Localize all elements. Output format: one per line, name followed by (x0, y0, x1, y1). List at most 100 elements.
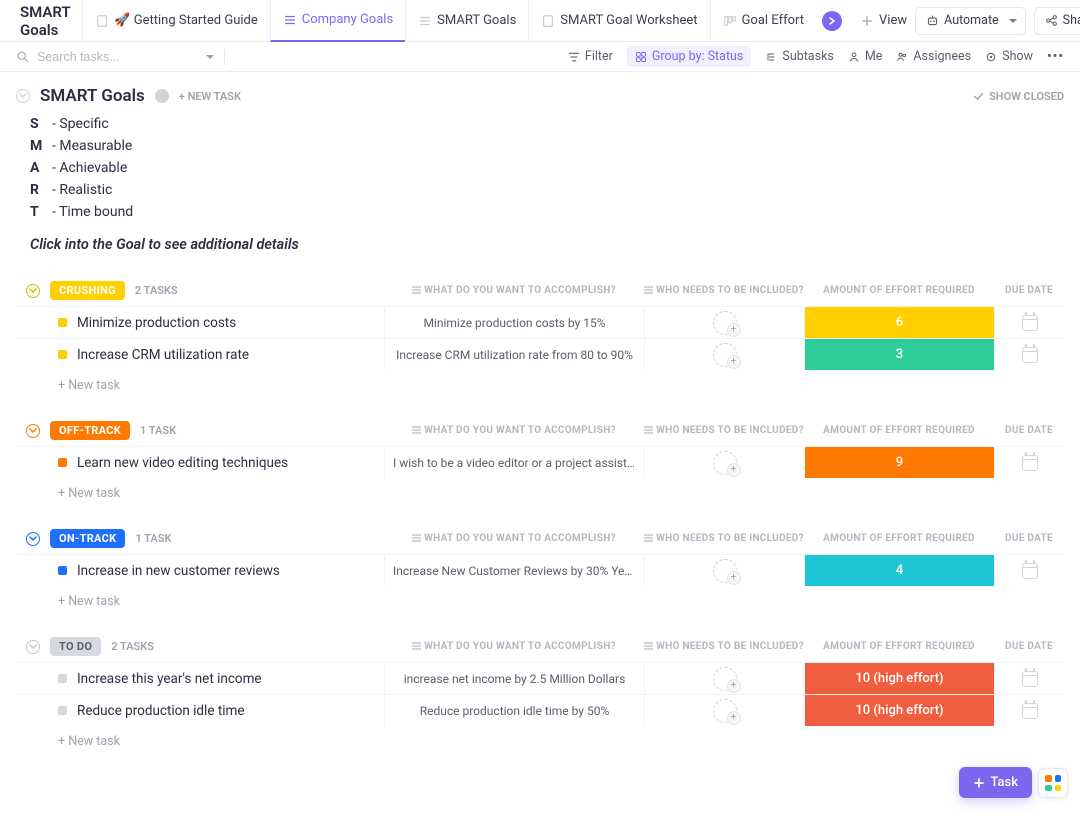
add-assignee-icon[interactable] (713, 667, 737, 691)
col-header-due[interactable]: DUE DATE (994, 641, 1064, 652)
col-header-included[interactable]: WHO NEEDS TO BE INCLUDED? (644, 285, 804, 296)
col-header-due[interactable]: DUE DATE (994, 285, 1064, 296)
task-name[interactable]: Reduce production idle time (77, 703, 245, 719)
cell-due-date[interactable] (994, 307, 1064, 338)
task-row[interactable]: Reduce production idle time Reduce produ… (16, 694, 1064, 726)
cell-accomplish[interactable]: Increase CRM utilization rate from 80 to… (384, 339, 644, 370)
cell-accomplish[interactable]: Reduce production idle time by 50% (384, 695, 644, 726)
cell-accomplish[interactable]: I wish to be a video editor or a project… (384, 447, 644, 478)
task-row[interactable]: Increase in new customer reviews Increas… (16, 554, 1064, 586)
me-button[interactable]: Me (848, 49, 883, 64)
group-collapse-toggle[interactable] (26, 532, 40, 546)
new-task-button[interactable]: + New task (16, 478, 1064, 501)
tab-scroll-right[interactable] (816, 0, 852, 42)
task-name[interactable]: Increase this year's net income (77, 671, 262, 687)
task-row[interactable]: Increase CRM utilization rate Increase C… (16, 338, 1064, 370)
cell-due-date[interactable] (994, 663, 1064, 694)
new-task-button[interactable]: + New task (16, 726, 1064, 749)
add-assignee-icon[interactable] (713, 311, 737, 335)
new-task-button[interactable]: + New task (16, 370, 1064, 393)
task-row[interactable]: Learn new video editing techniques I wis… (16, 446, 1064, 478)
apps-button[interactable] (1038, 768, 1068, 798)
cell-effort[interactable]: 10 (high effort) (804, 695, 994, 726)
col-header-accomplish[interactable]: WHAT DO YOU WANT TO ACCOMPLISH? (384, 285, 644, 296)
tab-smart-goals[interactable]: SMART Goals (405, 0, 528, 42)
cell-effort[interactable]: 6 (804, 307, 994, 338)
col-header-effort[interactable]: AMOUNT OF EFFORT REQUIRED (804, 285, 994, 296)
status-pill[interactable]: TO DO (50, 637, 101, 656)
status-square-icon[interactable] (58, 350, 67, 359)
status-square-icon[interactable] (58, 706, 67, 715)
cell-effort[interactable]: 10 (high effort) (804, 663, 994, 694)
group-collapse-toggle[interactable] (26, 640, 40, 654)
add-view-button[interactable]: View (852, 0, 915, 42)
show-closed-button[interactable]: SHOW CLOSED (973, 90, 1064, 103)
cell-accomplish[interactable]: Increase New Customer Reviews by 30% Yea… (384, 555, 644, 586)
add-assignee-icon[interactable] (713, 343, 737, 367)
col-header-accomplish[interactable]: WHAT DO YOU WANT TO ACCOMPLISH? (384, 425, 644, 436)
status-pill[interactable]: OFF-TRACK (50, 421, 130, 440)
info-icon[interactable] (155, 89, 169, 103)
task-row[interactable]: Increase this year's net income increase… (16, 662, 1064, 694)
automate-button[interactable]: Automate (915, 7, 1026, 35)
status-pill[interactable]: CRUSHING (50, 281, 125, 300)
status-square-icon[interactable] (58, 674, 67, 683)
assignees-button[interactable]: Assignees (896, 49, 971, 64)
cell-included[interactable] (644, 695, 804, 726)
new-task-header-button[interactable]: + NEW TASK (179, 90, 241, 103)
col-header-effort[interactable]: AMOUNT OF EFFORT REQUIRED (804, 533, 994, 544)
cell-included[interactable] (644, 663, 804, 694)
status-square-icon[interactable] (58, 566, 67, 575)
cell-effort[interactable]: 4 (804, 555, 994, 586)
col-header-included[interactable]: WHO NEEDS TO BE INCLUDED? (644, 425, 804, 436)
tab-worksheet[interactable]: SMART Goal Worksheet (528, 0, 709, 42)
chevron-down-icon[interactable] (206, 55, 214, 59)
col-header-effort[interactable]: AMOUNT OF EFFORT REQUIRED (804, 425, 994, 436)
status-square-icon[interactable] (58, 458, 67, 467)
cell-effort[interactable]: 3 (804, 339, 994, 370)
new-task-button[interactable]: + New task (16, 586, 1064, 609)
cell-due-date[interactable] (994, 695, 1064, 726)
task-name[interactable]: Increase CRM utilization rate (77, 347, 249, 363)
task-name[interactable]: Minimize production costs (77, 315, 236, 331)
cell-included[interactable] (644, 307, 804, 338)
status-pill[interactable]: ON-TRACK (50, 529, 125, 548)
more-menu[interactable]: ••• (1047, 49, 1064, 64)
group-by-button[interactable]: Group by: Status (627, 46, 752, 67)
task-name[interactable]: Increase in new customer reviews (77, 563, 280, 579)
tab-getting-started[interactable]: 🚀 Getting Started Guide (82, 0, 269, 42)
share-button[interactable]: Share (1034, 7, 1080, 35)
cell-included[interactable] (644, 447, 804, 478)
cell-effort[interactable]: 9 (804, 447, 994, 478)
add-assignee-icon[interactable] (713, 559, 737, 583)
col-header-accomplish[interactable]: WHAT DO YOU WANT TO ACCOMPLISH? (384, 641, 644, 652)
new-task-fab[interactable]: Task (959, 767, 1032, 798)
cell-included[interactable] (644, 555, 804, 586)
cell-due-date[interactable] (994, 555, 1064, 586)
col-header-accomplish[interactable]: WHAT DO YOU WANT TO ACCOMPLISH? (384, 533, 644, 544)
cell-due-date[interactable] (994, 447, 1064, 478)
group-collapse-toggle[interactable] (26, 284, 40, 298)
cell-accomplish[interactable]: Minimize production costs by 15% (384, 307, 644, 338)
task-name[interactable]: Learn new video editing techniques (77, 455, 288, 471)
add-assignee-icon[interactable] (713, 699, 737, 723)
col-header-due[interactable]: DUE DATE (994, 533, 1064, 544)
cell-due-date[interactable] (994, 339, 1064, 370)
cell-accomplish[interactable]: increase net income by 2.5 Million Dolla… (384, 663, 644, 694)
group-collapse-toggle[interactable] (26, 424, 40, 438)
collapse-toggle[interactable] (16, 89, 30, 103)
col-header-included[interactable]: WHO NEEDS TO BE INCLUDED? (644, 641, 804, 652)
add-assignee-icon[interactable] (713, 451, 737, 475)
col-header-effort[interactable]: AMOUNT OF EFFORT REQUIRED (804, 641, 994, 652)
show-button[interactable]: Show (985, 49, 1033, 64)
subtasks-button[interactable]: Subtasks (765, 49, 833, 64)
task-row[interactable]: Minimize production costs Minimize produ… (16, 306, 1064, 338)
col-header-due[interactable]: DUE DATE (994, 425, 1064, 436)
tab-goal-effort[interactable]: Goal Effort (710, 0, 816, 42)
status-square-icon[interactable] (58, 318, 67, 327)
filter-button[interactable]: Filter (568, 49, 613, 64)
col-header-included[interactable]: WHO NEEDS TO BE INCLUDED? (644, 533, 804, 544)
tab-company-goals[interactable]: Company Goals (270, 0, 405, 42)
search-input[interactable] (37, 50, 198, 64)
cell-included[interactable] (644, 339, 804, 370)
